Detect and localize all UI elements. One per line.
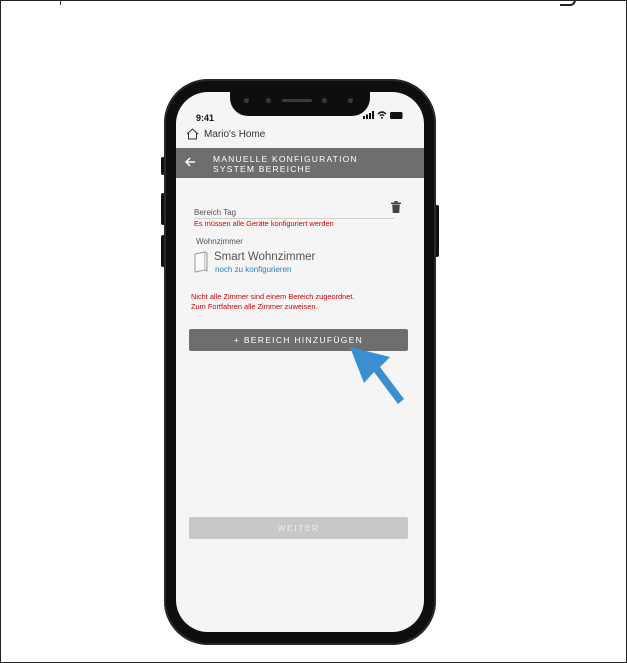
camera-dot <box>322 98 327 103</box>
camera-dot <box>244 98 249 103</box>
home-icon <box>186 128 199 140</box>
back-arrow-icon[interactable] <box>184 156 196 168</box>
title-bar: MANUELLE KONFIGURATION SYSTEM BEREICHE <box>176 148 424 178</box>
status-icons <box>363 111 404 119</box>
page-title-line1: MANUELLE KONFIGURATION <box>213 154 358 164</box>
page-title: MANUELLE KONFIGURATION SYSTEM BEREICHE <box>213 154 358 174</box>
area-name-label[interactable]: Bereich Tag <box>194 208 236 217</box>
divider <box>60 0 61 5</box>
signal-icon <box>363 111 374 119</box>
page-title-line2: SYSTEM BEREICHE <box>213 164 312 174</box>
camera-dot <box>348 98 353 103</box>
home-header[interactable]: Mario's Home <box>186 128 265 140</box>
status-time: 9:41 <box>196 113 215 123</box>
speaker-grill <box>282 99 312 102</box>
room-warning-line2: Zum Fortfahren alle Zimmer zuweisen. <box>191 302 318 311</box>
device-config-link[interactable]: noch zu konfigurieren <box>215 265 292 274</box>
room-warning-line1: Nicht alle Zimmer sind einem Bereich zug… <box>191 292 355 301</box>
next-button[interactable]: WEITER <box>189 517 408 539</box>
home-title: Mario's Home <box>204 128 266 140</box>
room-label: Wohnzimmer <box>196 237 243 246</box>
room-warning: Nicht alle Zimmer sind einem Bereich zug… <box>191 292 355 312</box>
device-name[interactable]: Smart Wohnzimmer <box>214 251 315 263</box>
device-icon <box>194 251 208 273</box>
wifi-icon <box>377 111 387 119</box>
battery-icon <box>390 111 403 119</box>
config-error-text: Es müssen alle Geräte konfiguriert werde… <box>194 219 334 228</box>
phone-notch <box>230 92 370 116</box>
trash-icon[interactable] <box>391 201 401 213</box>
pointer-arrow-icon <box>350 347 404 404</box>
camera-dot <box>266 98 271 103</box>
